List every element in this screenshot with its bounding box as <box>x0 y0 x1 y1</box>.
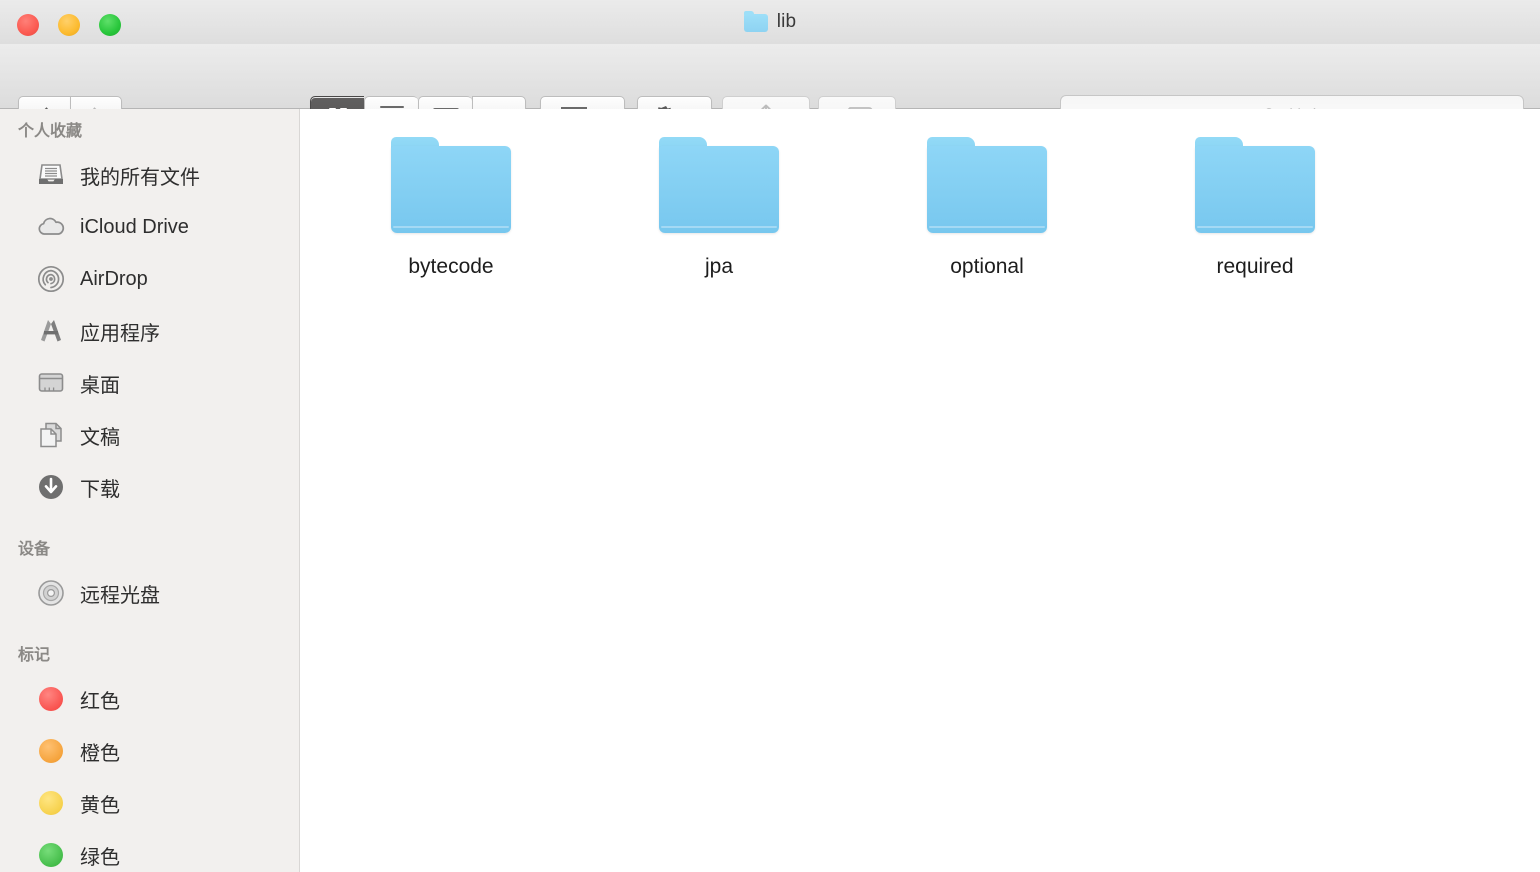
sidebar-item-tag-yellow[interactable]: 黄色 <box>0 777 299 829</box>
all-my-files-icon <box>36 160 66 190</box>
zoom-button[interactable] <box>99 14 121 36</box>
desktop-icon <box>36 368 66 398</box>
documents-icon <box>36 420 66 450</box>
icloud-icon <box>36 212 66 242</box>
sidebar-item-tag-orange[interactable]: 橙色 <box>0 725 299 777</box>
sidebar-item-label: 红色 <box>80 690 120 713</box>
sidebar-item-label: 文稿 <box>80 426 120 449</box>
sidebar-section-favorites: 个人收藏 <box>18 123 83 140</box>
sidebar[interactable]: 个人收藏 我的所有文件 iCloud Drive AirDrop 应用程序 桌面… <box>0 109 300 872</box>
tag-dot-icon <box>36 684 66 714</box>
sidebar-item-label: 我的所有文件 <box>80 166 200 189</box>
icon-grid: bytecode jpa optional required <box>301 109 1389 279</box>
downloads-icon <box>36 472 66 502</box>
title-bar: lib <box>0 0 1540 44</box>
folder-icon <box>927 137 1047 233</box>
sidebar-item-remote-disc[interactable]: 远程光盘 <box>0 567 299 619</box>
sidebar-item-documents[interactable]: 文稿 <box>0 409 299 461</box>
folder-icon <box>659 137 779 233</box>
sidebar-item-label: 橙色 <box>80 742 120 765</box>
folder-icon <box>1195 137 1315 233</box>
folder-icon <box>391 137 511 233</box>
sidebar-item-label: 桌面 <box>80 374 120 397</box>
minimize-button[interactable] <box>58 14 80 36</box>
file-browser-content[interactable]: bytecode jpa optional required <box>301 109 1540 872</box>
sidebar-item-tag-green[interactable]: 绿色 <box>0 829 299 872</box>
window-controls <box>17 14 121 36</box>
sidebar-item-label: 绿色 <box>80 846 120 869</box>
file-item-label: optional <box>950 255 1024 278</box>
sidebar-item-airdrop[interactable]: AirDrop <box>0 253 299 305</box>
sidebar-item-all-my-files[interactable]: 我的所有文件 <box>0 149 299 201</box>
file-item[interactable]: required <box>1121 137 1389 279</box>
window-title-group: lib <box>743 11 797 33</box>
file-item[interactable]: optional <box>853 137 1121 279</box>
tag-dot-icon <box>36 736 66 766</box>
file-item[interactable]: bytecode <box>317 137 585 279</box>
folder-icon <box>743 11 768 32</box>
close-button[interactable] <box>17 14 39 36</box>
sidebar-item-label: AirDrop <box>80 267 148 290</box>
sidebar-item-label: 下载 <box>80 478 120 501</box>
sidebar-item-label: 黄色 <box>80 794 120 817</box>
file-item[interactable]: jpa <box>585 137 853 279</box>
file-item-label: bytecode <box>408 255 494 278</box>
remote-disc-icon <box>36 578 66 608</box>
tag-dot-icon <box>36 840 66 870</box>
sidebar-item-applications[interactable]: 应用程序 <box>0 305 299 357</box>
file-item-label: required <box>1216 255 1294 278</box>
sidebar-section-tags: 标记 <box>18 647 51 664</box>
file-item-label: jpa <box>704 255 734 278</box>
sidebar-item-downloads[interactable]: 下载 <box>0 461 299 513</box>
sidebar-item-label: 远程光盘 <box>80 584 160 607</box>
airdrop-icon <box>36 264 66 294</box>
finder-window: lib 个人收藏 我的所有文件 iCloud Drive AirDrop 应用程… <box>0 0 1540 872</box>
sidebar-item-desktop[interactable]: 桌面 <box>0 357 299 409</box>
sidebar-item-label: iCloud Drive <box>80 215 189 238</box>
toolbar: 搜索 <box>0 44 1540 138</box>
sidebar-section-devices: 设备 <box>18 541 51 558</box>
sidebar-item-tag-red[interactable]: 红色 <box>0 673 299 725</box>
window-title: lib <box>776 11 797 32</box>
sidebar-item-label: 应用程序 <box>80 322 160 345</box>
sidebar-item-icloud-drive[interactable]: iCloud Drive <box>0 201 299 253</box>
applications-icon <box>36 316 66 346</box>
tag-dot-icon <box>36 788 66 818</box>
